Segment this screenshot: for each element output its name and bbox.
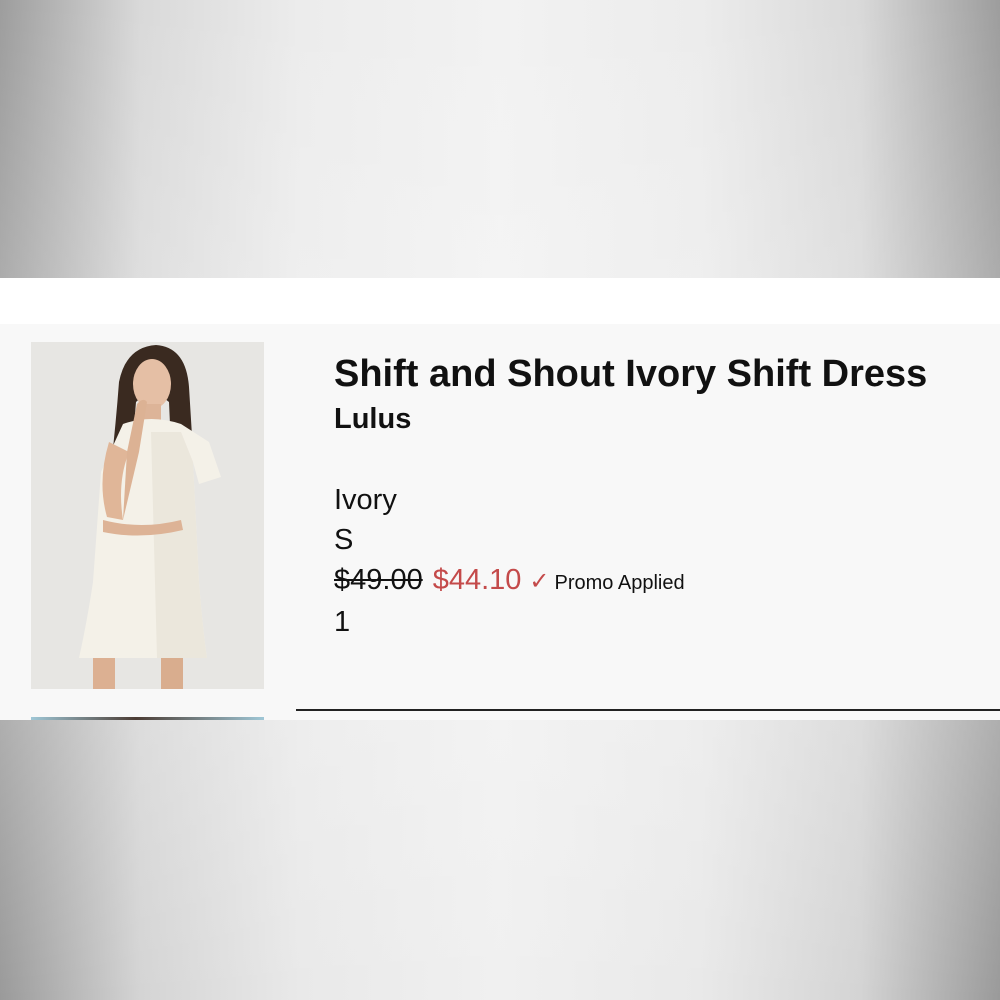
- cart-item-card[interactable]: Shift and Shout Ivory Shift Dress Lulus …: [0, 324, 1000, 720]
- header-band: [0, 278, 1000, 324]
- product-color: Ivory: [334, 484, 397, 516]
- product-image[interactable]: [31, 342, 264, 689]
- original-price: $49.00: [334, 564, 423, 596]
- price-row: $49.00 $44.10 ✓ Promo Applied: [334, 564, 685, 597]
- product-brand: Lulus: [334, 403, 412, 435]
- quantity[interactable]: 1: [334, 606, 350, 639]
- sale-price: $44.10: [432, 564, 522, 596]
- dress-photo-icon: [31, 342, 264, 689]
- product-title[interactable]: Shift and Shout Ivory Shift Dress: [334, 353, 927, 396]
- promo-applied-label: Promo Applied: [554, 572, 685, 594]
- background-top: [0, 0, 1000, 278]
- check-icon: ✓: [529, 568, 550, 595]
- divider: [296, 709, 1000, 711]
- background-bottom: [0, 720, 1000, 1000]
- product-size: S: [334, 524, 354, 556]
